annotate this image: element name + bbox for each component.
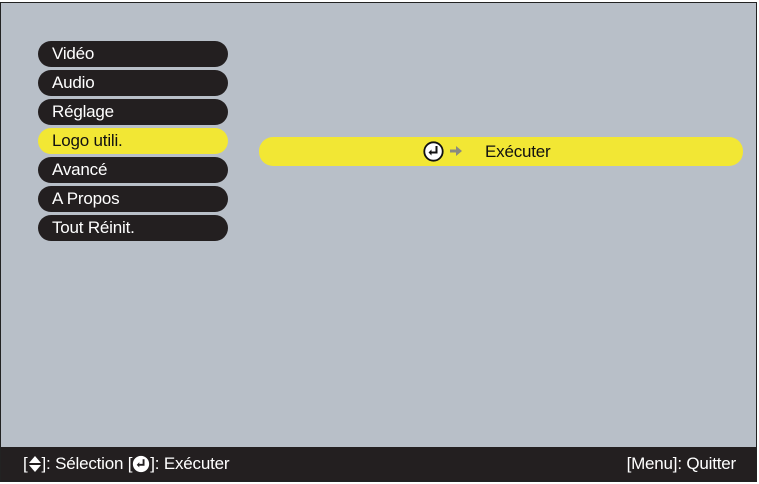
up-down-arrow-icon [28,456,41,472]
menu-item-avance[interactable]: Avancé [38,157,228,183]
footer-quit-label: [Menu]: Quitter [626,454,737,473]
menu-item-reglage[interactable]: Réglage [38,99,228,125]
execute-action-bar[interactable]: Exécuter [259,137,743,166]
menu-item-a-propos[interactable]: A Propos [38,186,228,212]
menu-item-tout-reinit[interactable]: Tout Réinit. [38,215,228,241]
enter-icon [423,141,444,162]
main-menu: Vidéo Audio Réglage Logo utili. Avancé A… [38,41,228,244]
menu-item-logo-utili[interactable]: Logo utili. [38,128,228,154]
menu-item-audio[interactable]: Audio [38,70,228,96]
footer-selection-label: ]: Sélection [ [41,454,133,473]
footer-help-bar: [ ]: Sélection [ ]: Exécuter [Menu]: Qui… [1,447,756,481]
arrow-right-icon [450,146,462,156]
footer-execute-label: ]: Exécuter [150,454,230,473]
menu-item-video[interactable]: Vidéo [38,41,228,67]
enter-icon [133,455,150,473]
execute-label: Exécuter [485,142,551,161]
footer-help-left: [ ]: Sélection [ ]: Exécuter [23,447,230,481]
projector-menu-screen: Vidéo Audio Réglage Logo utili. Avancé A… [0,2,757,482]
